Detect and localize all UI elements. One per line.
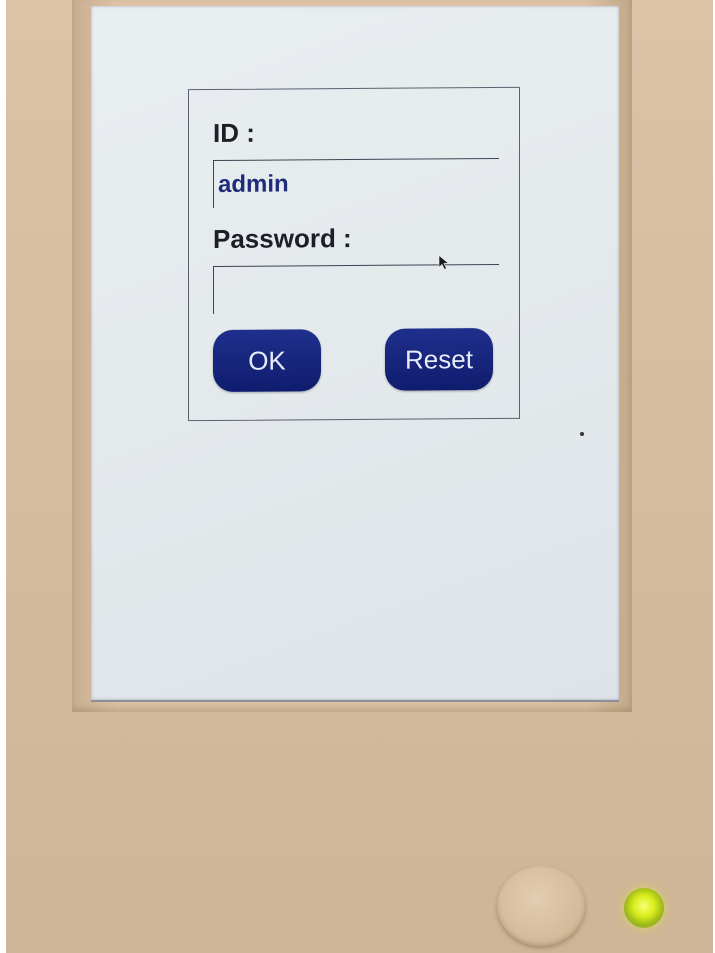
- dust-speck: [580, 432, 584, 436]
- touch-screen: ID : admin Password : OK Reset: [91, 6, 619, 702]
- password-label: Password :: [213, 223, 352, 254]
- ok-button[interactable]: OK: [213, 329, 321, 392]
- reset-button[interactable]: Reset: [385, 328, 493, 391]
- device-housing: ID : admin Password : OK Reset: [6, 0, 713, 953]
- password-field[interactable]: [213, 263, 499, 314]
- home-button[interactable]: [497, 866, 585, 946]
- cursor-icon: [438, 254, 450, 270]
- login-panel: ID : admin Password : OK Reset: [188, 86, 520, 422]
- led-indicator-icon: [624, 888, 664, 928]
- id-field[interactable]: admin: [213, 157, 499, 208]
- id-label: ID :: [213, 117, 255, 148]
